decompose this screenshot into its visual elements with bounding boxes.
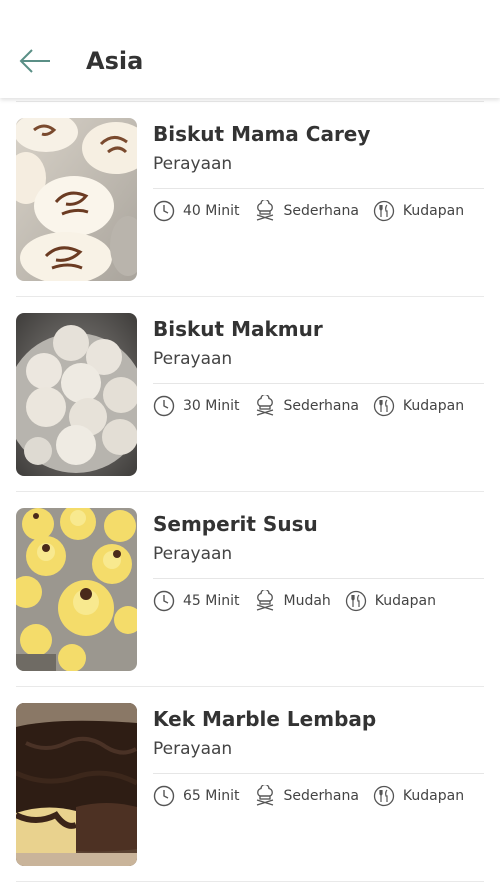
recipe-image <box>16 508 137 671</box>
recipe-title: Biskut Mama Carey <box>153 122 371 146</box>
recipe-image <box>16 118 137 281</box>
divider <box>153 383 484 384</box>
recipe-card[interactable]: Semperit Susu Perayaan 45 Minit Mudah Ku… <box>16 492 484 687</box>
clock-icon <box>153 395 175 417</box>
utensils-icon <box>345 590 366 612</box>
divider <box>153 578 484 579</box>
divider <box>16 881 484 882</box>
utensils-icon <box>373 200 395 222</box>
recipe-title: Semperit Susu <box>153 512 318 536</box>
chef-hat-icon <box>256 200 273 221</box>
back-button[interactable] <box>16 44 54 78</box>
recipe-difficulty: Sederhana <box>283 398 359 414</box>
recipe-type: Kudapan <box>374 593 436 609</box>
app-header: Asia <box>0 0 500 98</box>
chef-hat-icon <box>256 590 273 611</box>
recipe-type: Kudapan <box>402 203 465 219</box>
recipe-card[interactable]: Biskut Makmur Perayaan 30 Minit Sederhan… <box>16 297 484 492</box>
recipe-category: Perayaan <box>153 739 233 759</box>
clock-icon <box>153 200 175 222</box>
recipe-meta: 30 Minit Sederhana Kudapan <box>153 393 478 419</box>
recipe-card[interactable]: Kek Marble Lembap Perayaan 65 Minit Sede… <box>16 687 484 882</box>
recipe-difficulty: Sederhana <box>283 788 359 804</box>
clock-icon <box>153 785 175 807</box>
recipe-title: Biskut Makmur <box>153 317 323 341</box>
recipe-meta: 65 Minit Sederhana Kudapan <box>153 783 478 809</box>
chef-hat-icon <box>256 785 273 806</box>
recipe-time: 45 Minit <box>183 593 240 609</box>
recipe-meta: 40 Minit Sederhana Kudapan <box>153 198 478 224</box>
divider <box>153 188 484 189</box>
utensils-icon <box>373 785 395 807</box>
page-title: Asia <box>86 47 144 75</box>
clock-icon <box>153 590 175 612</box>
chef-hat-icon <box>256 395 273 416</box>
arrow-left-icon <box>19 49 50 73</box>
recipe-time: 65 Minit <box>183 788 240 804</box>
recipe-title: Kek Marble Lembap <box>153 707 377 731</box>
recipe-image <box>16 313 137 476</box>
recipe-category: Perayaan <box>153 544 233 564</box>
recipe-category: Perayaan <box>153 154 233 174</box>
utensils-icon <box>373 395 395 417</box>
recipe-difficulty: Sederhana <box>283 203 359 219</box>
recipe-card[interactable]: Biskut Mama Carey Perayaan 40 Minit Sede… <box>16 102 484 297</box>
divider <box>153 773 484 774</box>
recipe-meta: 45 Minit Mudah Kudapan <box>153 588 450 614</box>
recipe-time: 40 Minit <box>183 203 240 219</box>
recipe-image <box>16 703 137 866</box>
recipe-type: Kudapan <box>402 398 465 414</box>
recipe-difficulty: Mudah <box>283 593 331 609</box>
recipe-time: 30 Minit <box>183 398 240 414</box>
recipe-category: Perayaan <box>153 349 233 369</box>
recipe-type: Kudapan <box>402 788 465 804</box>
recipe-list[interactable]: Biskut Mama Carey Perayaan 40 Minit Sede… <box>0 101 500 889</box>
